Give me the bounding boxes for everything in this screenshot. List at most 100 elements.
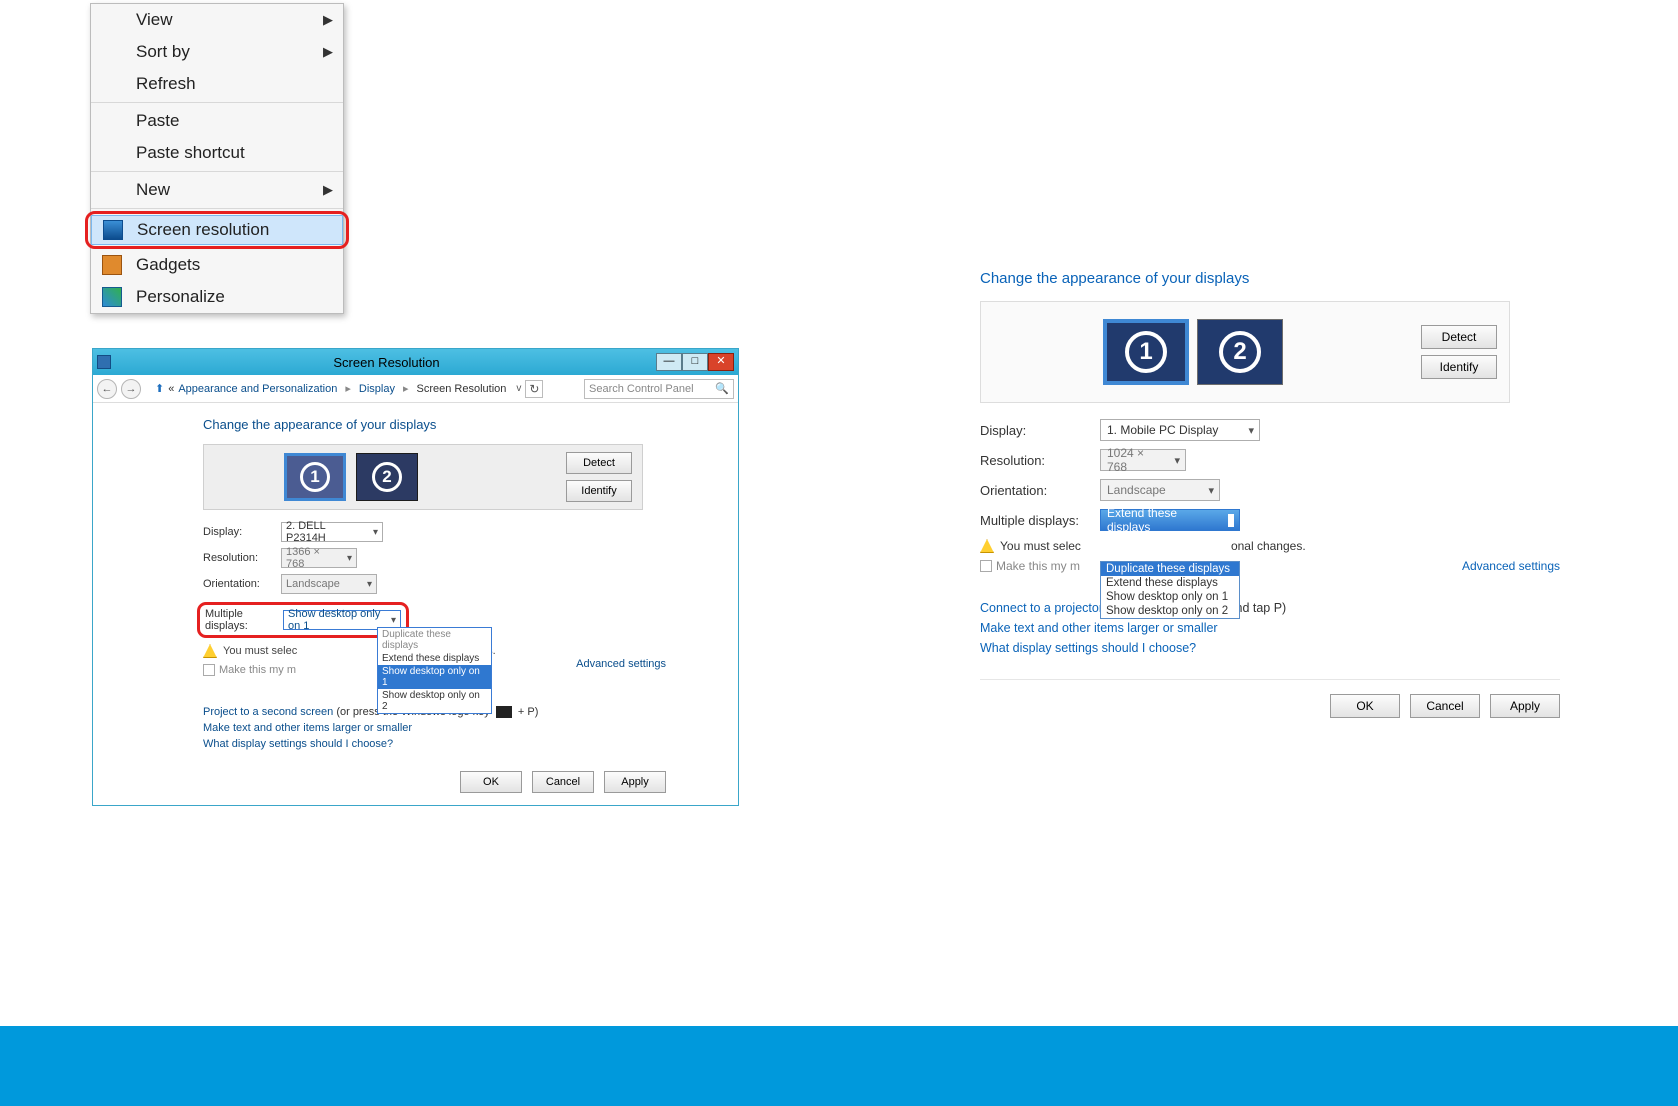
orientation-label: Orientation: (980, 483, 1100, 498)
display-preview-box: 1 2 Detect Identify (203, 444, 643, 510)
window-content: Change the appearance of your displays 1… (93, 403, 738, 805)
menu-label: Refresh (136, 74, 196, 94)
detect-button[interactable]: Detect (1421, 325, 1497, 349)
breadcrumb-item[interactable]: Display (359, 383, 395, 395)
menu-item-new[interactable]: New ▶ (91, 174, 343, 206)
submenu-arrow-icon: ▶ (323, 182, 333, 198)
menu-item-sort-by[interactable]: Sort by ▶ (91, 36, 343, 68)
menu-label: Paste (136, 111, 179, 131)
cancel-button[interactable]: Cancel (1410, 694, 1480, 718)
display-select[interactable]: 2. DELL P2314H (281, 522, 383, 542)
window-icon (97, 355, 111, 369)
select-value: 1. Mobile PC Display (1107, 423, 1218, 437)
dropdown-option[interactable]: Show desktop only on 1 (1101, 590, 1239, 604)
apply-button[interactable]: Apply (604, 771, 666, 793)
select-value: Show desktop only on 1 (288, 608, 382, 632)
resolution-select[interactable]: 1366 × 768 (281, 548, 357, 568)
advanced-settings-link[interactable]: Advanced settings (1462, 559, 1560, 573)
submenu-arrow-icon: ▶ (323, 12, 333, 28)
menu-item-paste-shortcut[interactable]: Paste shortcut (91, 137, 343, 169)
menu-item-personalize[interactable]: Personalize (91, 281, 343, 313)
breadcrumb-dropdown-icon[interactable]: v (516, 383, 521, 394)
dropdown-option-selected[interactable]: Duplicate these displays (1101, 562, 1239, 576)
monitor-1[interactable]: 1 (284, 453, 346, 501)
ok-button[interactable]: OK (1330, 694, 1400, 718)
resolution-select[interactable]: 1024 × 768 (1100, 449, 1186, 471)
breadcrumb-prefix: « (168, 383, 174, 395)
warning-text-suffix: onal changes. (1231, 539, 1306, 553)
address-bar: ← → ⬆ « Appearance and Personalization ▸… (93, 375, 738, 403)
connect-projector-link[interactable]: Connect to a projector (980, 601, 1103, 615)
menu-separator (91, 102, 343, 103)
dropdown-option[interactable]: Show desktop only on 2 (1101, 604, 1239, 618)
menu-label: Paste shortcut (136, 143, 245, 163)
close-button[interactable]: ✕ (708, 353, 734, 371)
detect-button[interactable]: Detect (566, 452, 632, 474)
page-heading: Change the appearance of your displays (980, 270, 1560, 287)
monitor-2[interactable]: 2 (1197, 319, 1283, 385)
display-label: Display: (980, 423, 1100, 438)
menu-item-refresh[interactable]: Refresh (91, 68, 343, 100)
warning-icon (980, 539, 994, 553)
cancel-button[interactable]: Cancel (532, 771, 594, 793)
dropdown-option[interactable]: Duplicate these displays (378, 628, 491, 652)
dropdown-option[interactable]: Extend these displays (1101, 576, 1239, 590)
orientation-select[interactable]: Landscape (281, 574, 377, 594)
title-bar[interactable]: Screen Resolution — □ ✕ (93, 349, 738, 375)
apply-button[interactable]: Apply (1490, 694, 1560, 718)
maximize-button[interactable]: □ (682, 353, 708, 371)
desktop-context-menu: View ▶ Sort by ▶ Refresh Paste Paste sho… (90, 3, 344, 314)
warning-text: You must selec (223, 645, 297, 657)
highlight-border: Screen resolution (85, 211, 349, 249)
project-screen-link[interactable]: Project to a second screen (203, 706, 333, 718)
menu-item-view[interactable]: View ▶ (91, 4, 343, 36)
resolution-label: Resolution: (980, 453, 1100, 468)
menu-separator (91, 171, 343, 172)
main-display-checkbox[interactable] (203, 664, 215, 676)
select-value: 2. DELL P2314H (286, 520, 364, 544)
menu-item-screen-resolution[interactable]: Screen resolution (91, 215, 343, 245)
multiple-displays-dropdown: Duplicate these displays Extend these di… (1100, 561, 1240, 619)
dropdown-option[interactable]: Extend these displays (378, 652, 491, 665)
identify-button[interactable]: Identify (1421, 355, 1497, 379)
gadgets-icon (102, 255, 122, 275)
text-size-link[interactable]: Make text and other items larger or smal… (203, 722, 708, 734)
select-value: Extend these displays (1107, 506, 1219, 534)
identify-button[interactable]: Identify (566, 480, 632, 502)
dropdown-option-selected[interactable]: Show desktop only on 1 (378, 665, 491, 689)
chevron-right-icon: ▸ (403, 382, 409, 395)
back-button[interactable]: ← (97, 379, 117, 399)
screen-resolution-window: Screen Resolution — □ ✕ ← → ⬆ « Appearan… (92, 348, 739, 806)
multiple-displays-select[interactable]: Extend these displays (1100, 509, 1240, 531)
search-input[interactable]: Search Control Panel 🔍 (584, 379, 734, 399)
dropdown-option[interactable]: Show desktop only on 2 (378, 689, 491, 713)
main-display-checkbox[interactable] (980, 560, 992, 572)
menu-label: Sort by (136, 42, 190, 62)
menu-label: Personalize (136, 287, 225, 307)
menu-label: New (136, 180, 170, 200)
screen-resolution-icon (103, 220, 123, 240)
monitor-1[interactable]: 1 (1103, 319, 1189, 385)
resolution-label: Resolution: (203, 552, 281, 564)
monitor-2[interactable]: 2 (356, 453, 418, 501)
orientation-select[interactable]: Landscape (1100, 479, 1220, 501)
display-select[interactable]: 1. Mobile PC Display (1100, 419, 1260, 441)
breadcrumb-item[interactable]: Appearance and Personalization (178, 383, 337, 395)
select-value: Landscape (1107, 483, 1166, 497)
up-icon[interactable]: ⬆ (155, 382, 164, 395)
text-size-link[interactable]: Make text and other items larger or smal… (980, 621, 1560, 635)
minimize-button[interactable]: — (656, 353, 682, 371)
monitor-number: 1 (300, 462, 330, 492)
refresh-button[interactable]: ↻ (525, 380, 543, 398)
menu-item-paste[interactable]: Paste (91, 105, 343, 137)
screen-resolution-panel: Change the appearance of your displays 1… (980, 270, 1560, 718)
menu-item-gadgets[interactable]: Gadgets (91, 249, 343, 281)
search-icon: 🔍 (715, 382, 729, 395)
multiple-displays-dropdown: Duplicate these displays Extend these di… (377, 627, 492, 714)
ok-button[interactable]: OK (460, 771, 522, 793)
which-settings-link[interactable]: What display settings should I choose? (980, 641, 1560, 655)
warning-text: You must selec (1000, 539, 1081, 553)
which-settings-link[interactable]: What display settings should I choose? (203, 738, 708, 750)
forward-button[interactable]: → (121, 379, 141, 399)
advanced-settings-link[interactable]: Advanced settings (576, 658, 666, 670)
